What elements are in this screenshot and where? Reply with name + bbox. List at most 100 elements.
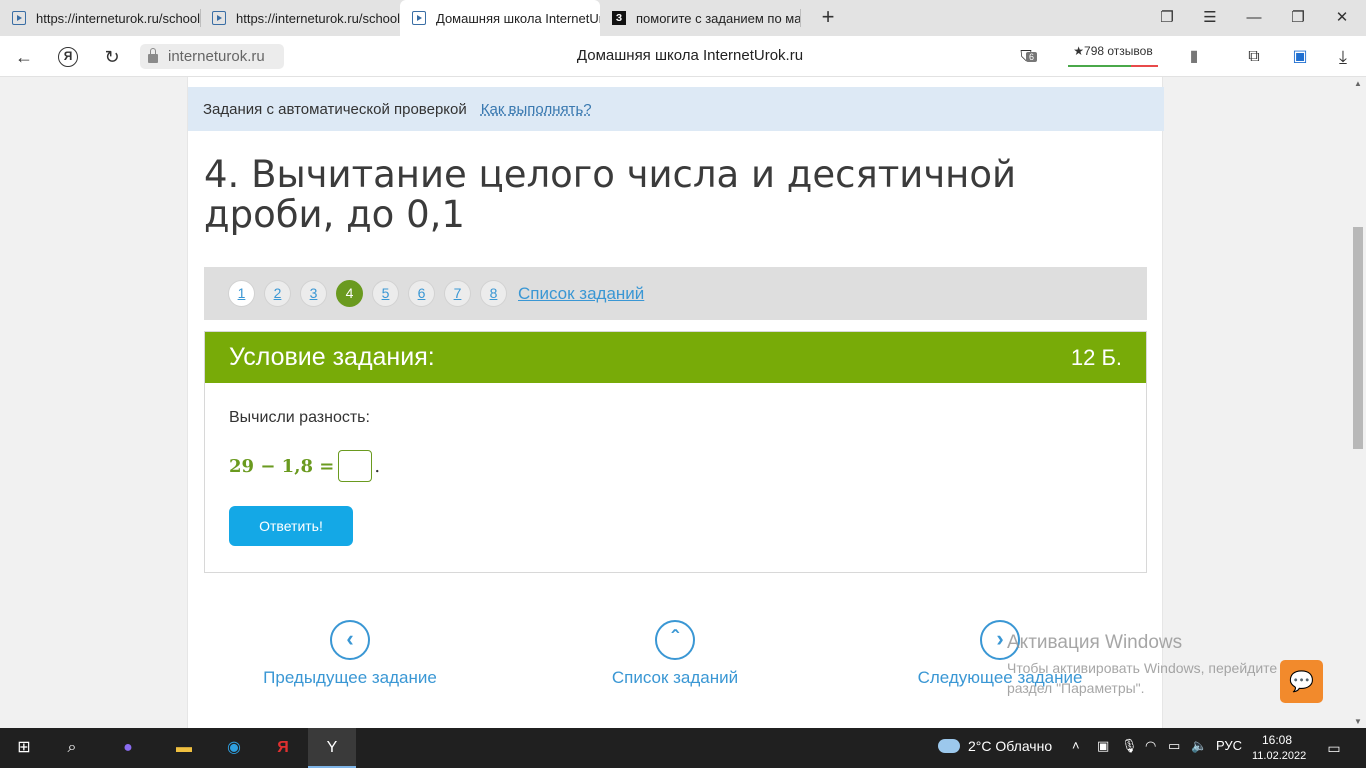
submit-answer-button[interactable]: Ответить! bbox=[229, 506, 353, 546]
lock-icon bbox=[148, 48, 158, 63]
tab-strip: https://interneturok.ru/school https://i… bbox=[0, 0, 1366, 36]
reload-button[interactable]: ↻ bbox=[100, 45, 124, 69]
task-card-header: Условие задания: 12 Б. bbox=[205, 332, 1146, 383]
windows-taskbar: ⊞ ⌕ ● ▬ ◉ Я Y 2°C Облачно ˄ ▣ 🎙 ◠ ▭ 🔈 РУ… bbox=[0, 728, 1366, 768]
address-bar[interactable]: interneturok.ru bbox=[140, 44, 284, 69]
microphone-icon[interactable]: 🎙 bbox=[1121, 738, 1138, 754]
scroll-down-icon[interactable]: ▼ bbox=[1354, 717, 1362, 726]
protect-badge: 6 bbox=[1026, 52, 1038, 62]
play-icon bbox=[412, 11, 426, 25]
close-window-button[interactable]: ✕ bbox=[1329, 6, 1355, 30]
notifications-icon[interactable]: ▭ bbox=[1322, 736, 1346, 760]
edge-icon[interactable]: ◉ bbox=[222, 736, 246, 760]
yandex-icon: Я bbox=[58, 47, 78, 67]
reviews-rating-bar bbox=[1068, 65, 1158, 67]
znanija-icon: З bbox=[612, 11, 626, 25]
menu-icon[interactable]: ☰ bbox=[1197, 6, 1223, 30]
page-link-3[interactable]: 3 bbox=[300, 280, 327, 307]
tab-title: https://interneturok.ru/school bbox=[36, 10, 200, 26]
watermark-line-2: Чтобы активировать Windows, перейдите в bbox=[1007, 660, 1287, 676]
page-link-2[interactable]: 2 bbox=[264, 280, 291, 307]
tab-title: помогите с заданием по мат bbox=[636, 10, 800, 26]
how-to-link[interactable]: Как выполнять? bbox=[481, 101, 592, 118]
file-explorer-icon[interactable]: ▬ bbox=[172, 736, 196, 760]
page-link-6[interactable]: 6 bbox=[408, 280, 435, 307]
expression-period: . bbox=[374, 455, 381, 477]
task-condition-heading: Условие задания: bbox=[229, 343, 435, 371]
browser-tab-1[interactable]: https://interneturok.ru/school bbox=[0, 0, 200, 36]
play-icon bbox=[12, 11, 26, 25]
wifi-icon[interactable]: ◠ bbox=[1145, 738, 1156, 754]
page-link-1[interactable]: 1 bbox=[228, 280, 255, 307]
answer-input[interactable] bbox=[338, 450, 373, 482]
math-expression: 29 − 1,8 = . bbox=[229, 450, 1122, 482]
minimize-button[interactable]: — bbox=[1241, 6, 1267, 30]
weather-widget[interactable]: 2°C Облачно bbox=[938, 738, 1052, 754]
clock-date: 11.02.2022 bbox=[1252, 750, 1307, 762]
tray-chevron-icon[interactable]: ˄ bbox=[1072, 738, 1080, 753]
clock[interactable]: 16:08 11.02.2022 bbox=[1252, 732, 1307, 764]
scrollbar-thumb[interactable] bbox=[1353, 227, 1363, 449]
info-text: Задания с автоматической проверкой bbox=[203, 100, 467, 118]
clock-time: 16:08 bbox=[1261, 733, 1293, 747]
page-viewport: Задания с автоматической проверкой Как в… bbox=[0, 77, 1350, 728]
address-text: interneturok.ru bbox=[168, 48, 265, 65]
chevron-up-icon: ˆ bbox=[655, 620, 695, 660]
previous-task-link[interactable]: ‹ Предыдущее задание bbox=[240, 620, 460, 688]
network-device-icon[interactable]: ▣ bbox=[1097, 738, 1109, 754]
yandex-app-icon[interactable]: Я bbox=[271, 736, 295, 760]
task-list-bottom-link[interactable]: ˆ Список заданий bbox=[565, 620, 785, 688]
task-question: Вычисли разность: bbox=[229, 409, 370, 426]
start-icon[interactable]: ⊞ bbox=[12, 736, 36, 760]
restore-button[interactable]: ❐ bbox=[1285, 6, 1311, 30]
main-content: Задания с автоматической проверкой Как в… bbox=[187, 77, 1164, 728]
new-tab-button[interactable]: + bbox=[816, 6, 840, 30]
task-list-label: Список заданий bbox=[611, 668, 739, 687]
page-title: Домашняя школа InternetUrok.ru bbox=[576, 47, 804, 64]
play-icon bbox=[212, 11, 226, 25]
browser-tab-4[interactable]: З помогите с заданием по мат bbox=[600, 0, 800, 36]
previous-task-label: Предыдущее задание bbox=[263, 668, 437, 687]
tab-separator bbox=[800, 9, 801, 27]
watermark-text: Чтобы активировать Windows, перейдите в … bbox=[1007, 658, 1287, 698]
collections-icon[interactable]: ⧉ bbox=[1242, 45, 1266, 69]
battery-icon[interactable]: ▭ bbox=[1168, 738, 1180, 754]
watermark-title: Активация Windows bbox=[1007, 632, 1183, 653]
tab-title: Домашняя школа InternetUrok bbox=[436, 10, 600, 26]
watermark-line-3: раздел "Параметры". bbox=[1007, 680, 1145, 696]
search-icon[interactable]: ⌕ bbox=[60, 736, 84, 760]
windows-activation-watermark: Активация Windows Чтобы активировать Win… bbox=[1007, 632, 1287, 698]
page-link-current[interactable]: 4 bbox=[336, 280, 363, 307]
info-bar: Задания с автоматической проверкой Как в… bbox=[188, 87, 1164, 131]
page-link-8[interactable]: 8 bbox=[480, 280, 507, 307]
reviews-button[interactable]: ★798 отзывов bbox=[1066, 44, 1160, 67]
chat-icon: 💬 bbox=[1289, 671, 1314, 693]
task-card: Условие задания: 12 Б. Вычисли разность:… bbox=[204, 331, 1147, 573]
download-icon[interactable]: ⤓ bbox=[1331, 45, 1355, 69]
tabs-manager-icon[interactable]: ❐ bbox=[1154, 6, 1180, 30]
bookmark-icon[interactable]: ▮ bbox=[1182, 45, 1206, 69]
task-points: 12 Б. bbox=[1070, 344, 1122, 370]
page-link-5[interactable]: 5 bbox=[372, 280, 399, 307]
back-button[interactable]: ← bbox=[12, 45, 36, 69]
yandex-button[interactable]: Я bbox=[56, 45, 80, 69]
yandex-browser-icon[interactable]: Y bbox=[308, 728, 356, 768]
browser-tab-active[interactable]: Домашняя школа InternetUrok bbox=[400, 0, 600, 36]
language-indicator[interactable]: РУС bbox=[1216, 738, 1242, 753]
weather-text: 2°C Облачно bbox=[968, 738, 1053, 754]
volume-icon[interactable]: 🔈 bbox=[1191, 738, 1207, 754]
reviews-label: ★798 отзывов bbox=[1073, 44, 1153, 58]
task-pager: 1 2 3 4 5 6 7 8 Список заданий bbox=[204, 267, 1147, 320]
browser-tab-2[interactable]: https://interneturok.ru/school bbox=[200, 0, 400, 36]
task-card-body: Вычисли разность: 29 − 1,8 = . Ответить! bbox=[205, 383, 1146, 572]
tab-title: https://interneturok.ru/school bbox=[236, 10, 400, 26]
extension-icon[interactable]: ▣ bbox=[1288, 45, 1312, 69]
page-scrollbar[interactable]: ▲ ▼ bbox=[1350, 77, 1366, 728]
task-title: 4. Вычитание целого числа и десятичной д… bbox=[204, 153, 1017, 236]
task-list-link[interactable]: Список заданий bbox=[518, 284, 644, 304]
cloud-icon bbox=[938, 739, 960, 753]
page-link-7[interactable]: 7 bbox=[444, 280, 471, 307]
scroll-up-icon[interactable]: ▲ bbox=[1354, 79, 1362, 88]
alice-icon[interactable]: ● bbox=[116, 736, 140, 760]
chat-button[interactable]: 💬 bbox=[1280, 660, 1323, 703]
